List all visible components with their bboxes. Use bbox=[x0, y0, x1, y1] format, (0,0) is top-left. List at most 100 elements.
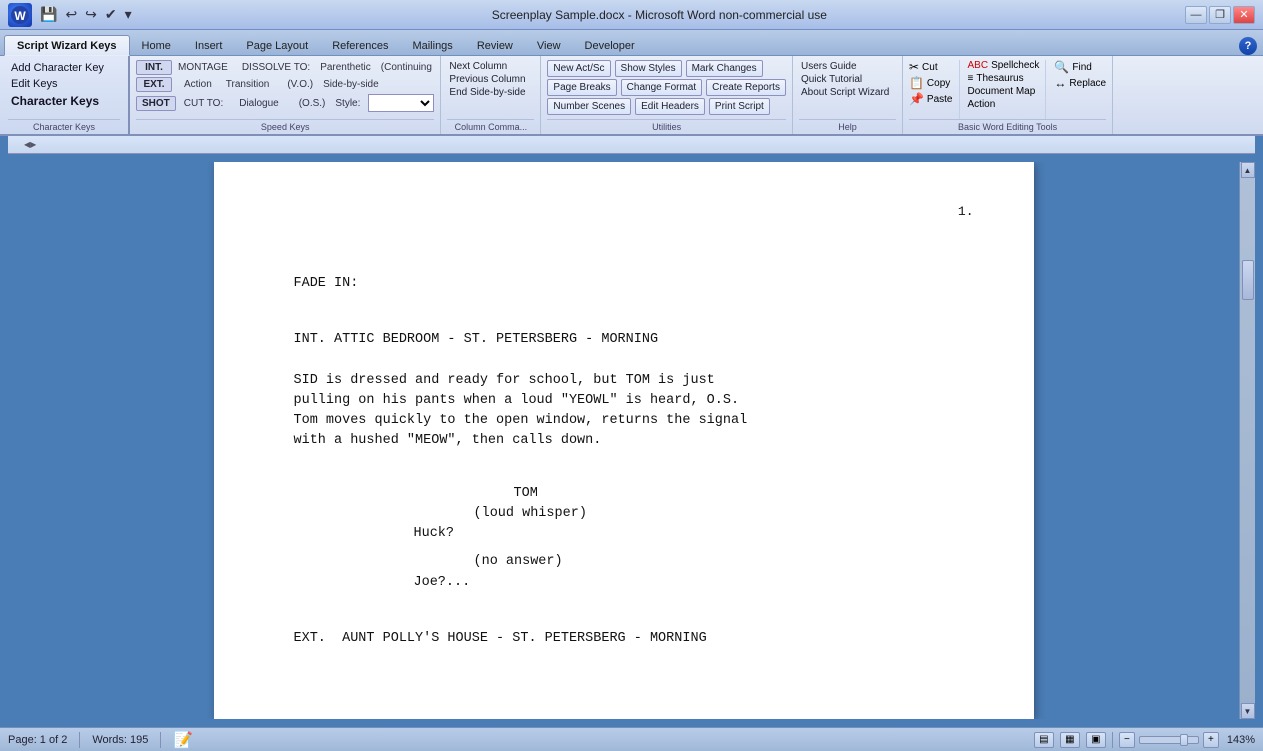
tab-insert[interactable]: Insert bbox=[183, 36, 235, 55]
status-sep-3 bbox=[1112, 732, 1113, 748]
action-btn[interactable]: Action bbox=[968, 99, 1040, 110]
page-status: Page: 1 of 2 bbox=[8, 734, 67, 746]
zoom-slider[interactable] bbox=[1139, 736, 1199, 744]
speed-keys-group: INT. MONTAGE DISSOLVE TO: Parenthetic (C… bbox=[130, 56, 441, 134]
svg-text:W: W bbox=[14, 9, 26, 23]
utilities-label: Utilities bbox=[547, 119, 786, 132]
continuing-label: (Continuing bbox=[381, 62, 432, 73]
scroll-thumb[interactable] bbox=[1242, 260, 1254, 300]
new-act-btn[interactable]: New Act/Sc bbox=[547, 60, 610, 77]
mark-changes-btn[interactable]: Mark Changes bbox=[686, 60, 763, 77]
clipboard-column: ✂ Cut 📋 Copy 📌 Paste bbox=[909, 60, 960, 119]
scene-heading-1: INT. ATTIC BEDROOM - ST. PETERSBERG - MO… bbox=[294, 330, 954, 350]
word-count: Words: 195 bbox=[92, 734, 148, 746]
dialogue-key-label: Dialogue bbox=[239, 98, 278, 109]
zoom-control: − + 143% bbox=[1119, 732, 1255, 748]
track-changes-icon[interactable]: 📝 bbox=[173, 730, 193, 750]
character-keys-btn[interactable]: Character Keys bbox=[8, 92, 120, 110]
scroll-up-btn[interactable]: ▲ bbox=[1241, 162, 1255, 178]
about-script-wizard-btn[interactable]: About Script Wizard bbox=[799, 86, 896, 99]
parenthetical-1: (loud whisper) bbox=[474, 504, 954, 524]
spacer-4 bbox=[294, 601, 954, 613]
replace-btn[interactable]: ↔ Replace bbox=[1054, 76, 1106, 90]
tab-view[interactable]: View bbox=[525, 36, 573, 55]
tab-mailings[interactable]: Mailings bbox=[400, 36, 464, 55]
change-format-btn[interactable]: Change Format bbox=[621, 79, 702, 96]
view-btn-2[interactable]: ▦ bbox=[1060, 732, 1080, 748]
replace-label: Replace bbox=[1069, 78, 1106, 89]
paste-btn[interactable]: 📌 Paste bbox=[909, 92, 953, 106]
copy-btn[interactable]: 📋 Copy bbox=[909, 76, 953, 90]
view-btn-1[interactable]: ▤ bbox=[1034, 732, 1054, 748]
scroll-down-btn[interactable]: ▼ bbox=[1241, 703, 1255, 719]
shot-key[interactable]: SHOT bbox=[136, 96, 176, 111]
dialogue-2: Joe?... bbox=[414, 573, 854, 593]
next-column-btn[interactable]: Next Column bbox=[447, 60, 534, 73]
style-select[interactable]: Action Dialogue Character bbox=[368, 94, 434, 112]
redo-btn[interactable]: ↪ bbox=[83, 6, 99, 23]
show-styles-btn[interactable]: Show Styles bbox=[615, 60, 682, 77]
main-area: 1. FADE IN: INT. ATTIC BEDROOM - ST. PET… bbox=[0, 154, 1263, 727]
view-btn-3[interactable]: ▣ bbox=[1086, 732, 1106, 748]
minimize-button[interactable]: — bbox=[1185, 6, 1207, 24]
action-label: Action bbox=[184, 79, 212, 90]
zoom-in-btn[interactable]: + bbox=[1203, 732, 1219, 748]
previous-column-btn[interactable]: Previous Column bbox=[447, 73, 534, 86]
montage-label: MONTAGE bbox=[178, 62, 228, 73]
document-page: 1. FADE IN: INT. ATTIC BEDROOM - ST. PET… bbox=[214, 162, 1034, 719]
ext-key[interactable]: EXT. bbox=[136, 77, 172, 92]
dialogue-1: Huck? bbox=[414, 524, 854, 544]
speed-key-row-3: SHOT CUT TO: Dialogue (O.S.) Style: Acti… bbox=[136, 94, 434, 112]
int-key[interactable]: INT. bbox=[136, 60, 172, 75]
document-map-label: Document Map bbox=[968, 86, 1036, 97]
undo-btn[interactable]: ↩ bbox=[63, 6, 79, 23]
restore-button[interactable]: ❐ bbox=[1209, 6, 1231, 24]
fade-in: FADE IN: bbox=[294, 274, 954, 294]
cut-btn[interactable]: ✂ Cut bbox=[909, 60, 953, 74]
utilities-group: New Act/Sc Show Styles Mark Changes Page… bbox=[541, 56, 793, 134]
number-scenes-btn[interactable]: Number Scenes bbox=[547, 98, 631, 115]
qa-dropdown-btn[interactable]: ▾ bbox=[123, 6, 134, 23]
thesaurus-btn[interactable]: ≡ Thesaurus bbox=[968, 73, 1040, 84]
tab-developer[interactable]: Developer bbox=[573, 36, 647, 55]
save-quick-btn[interactable]: 💾 bbox=[38, 6, 59, 23]
quick-tutorial-btn[interactable]: Quick Tutorial bbox=[799, 73, 896, 86]
check-btn[interactable]: ✔ bbox=[103, 6, 119, 23]
style-key-label: Style: bbox=[335, 98, 360, 109]
print-script-btn[interactable]: Print Script bbox=[709, 98, 770, 115]
spellcheck-label: Spellcheck bbox=[991, 60, 1039, 71]
replace-icon: ↔ bbox=[1054, 76, 1066, 90]
tab-references[interactable]: References bbox=[320, 36, 400, 55]
title-bar-left: W 💾 ↩ ↪ ✔ ▾ bbox=[8, 3, 134, 27]
document-map-btn[interactable]: Document Map bbox=[968, 86, 1040, 97]
close-button[interactable]: ✕ bbox=[1233, 6, 1255, 24]
char-keys-group-label: Character Keys bbox=[8, 119, 120, 132]
edit-headers-btn[interactable]: Edit Headers bbox=[635, 98, 705, 115]
add-character-key-btn[interactable]: Add Character Key bbox=[8, 60, 120, 76]
proofing-column: ABC Spellcheck ≡ Thesaurus Document Map … bbox=[964, 60, 1047, 119]
window-controls: — ❐ ✕ bbox=[1185, 6, 1255, 24]
thesaurus-icon: ≡ bbox=[968, 73, 974, 84]
zoom-out-btn[interactable]: − bbox=[1119, 732, 1135, 748]
transition-label: Transition bbox=[226, 79, 270, 90]
tab-home[interactable]: Home bbox=[130, 36, 183, 55]
users-guide-btn[interactable]: Users Guide bbox=[799, 60, 896, 73]
edit-keys-btn[interactable]: Edit Keys bbox=[8, 76, 120, 92]
find-btn[interactable]: 🔍 Find bbox=[1054, 60, 1106, 74]
spellcheck-btn[interactable]: ABC Spellcheck bbox=[968, 60, 1040, 71]
page-breaks-btn[interactable]: Page Breaks bbox=[547, 79, 616, 96]
help-icon[interactable]: ? bbox=[1239, 37, 1257, 55]
os-label: (O.S.) bbox=[299, 98, 326, 109]
zoom-slider-thumb[interactable] bbox=[1180, 734, 1188, 746]
end-sidebyside-btn[interactable]: End Side-by-side bbox=[447, 86, 534, 99]
column-commands-label: Column Comma... bbox=[447, 119, 534, 132]
quick-access-toolbar: 💾 ↩ ↪ ✔ ▾ bbox=[38, 6, 134, 23]
tab-review[interactable]: Review bbox=[465, 36, 525, 55]
speed-keys-rows: INT. MONTAGE DISSOLVE TO: Parenthetic (C… bbox=[136, 60, 434, 119]
speed-key-row-1: INT. MONTAGE DISSOLVE TO: Parenthetic (C… bbox=[136, 60, 434, 75]
tab-script-wizard-keys[interactable]: Script Wizard Keys bbox=[4, 35, 130, 56]
ruler-indicator: ◀▶ bbox=[24, 140, 36, 149]
thesaurus-label: Thesaurus bbox=[976, 73, 1023, 84]
create-reports-btn[interactable]: Create Reports bbox=[706, 79, 786, 96]
tab-page-layout[interactable]: Page Layout bbox=[234, 36, 320, 55]
